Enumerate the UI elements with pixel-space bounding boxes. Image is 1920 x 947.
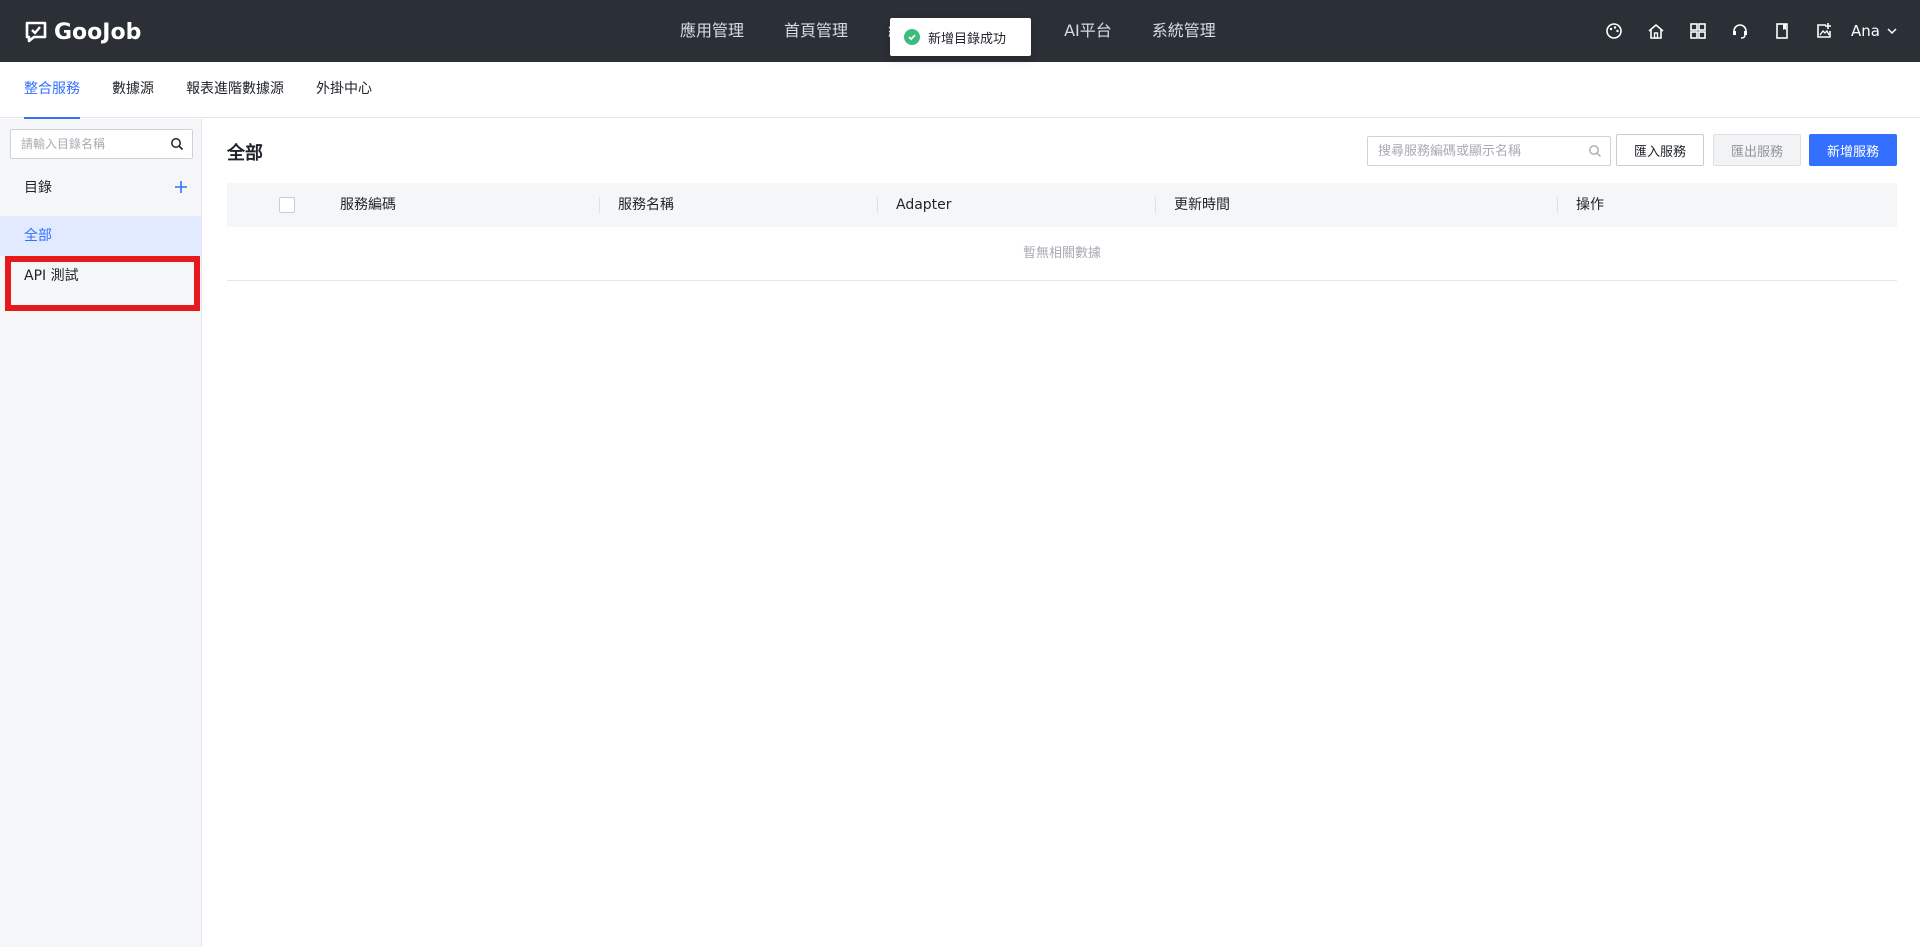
table-header: 服務編碼 服務名稱 Adapter 更新時間 操作	[227, 183, 1897, 227]
column-divider	[599, 197, 600, 213]
palette-icon[interactable]	[1593, 0, 1635, 62]
book-icon[interactable]	[1761, 0, 1803, 62]
home-icon[interactable]	[1635, 0, 1677, 62]
toast-message: 新增目錄成功	[928, 31, 1007, 47]
directory-label: 目錄	[24, 180, 52, 196]
column-service-name[interactable]: 服務名稱	[618, 183, 674, 227]
chat-logo-icon	[25, 21, 47, 43]
user-name: Ana	[1851, 22, 1880, 40]
directory-search	[10, 129, 193, 159]
service-search	[1367, 136, 1611, 166]
user-menu[interactable]: Ana	[1851, 22, 1898, 40]
chevron-down-icon	[1887, 28, 1897, 35]
add-directory-icon[interactable]	[174, 180, 188, 194]
tab-plugin-center[interactable]: 外掛中心	[316, 62, 372, 118]
column-divider	[1155, 197, 1156, 213]
page-title: 全部	[227, 143, 263, 164]
main-content: 全部 匯入服務 匯出服務 新增服務 服務編碼 服務名稱 Adapter 更新時間…	[203, 119, 1920, 947]
empty-state: 暫無相關數據	[227, 227, 1897, 281]
directory-item-api-test[interactable]: API 測試	[0, 256, 201, 296]
add-service-button[interactable]: 新增服務	[1809, 134, 1897, 166]
directory-item-all[interactable]: 全部	[0, 216, 201, 256]
search-icon[interactable]	[170, 137, 184, 151]
directory-sidebar: 目錄 全部 API 測試	[0, 119, 202, 947]
directory-header: 目錄	[24, 177, 188, 197]
column-adapter[interactable]: Adapter	[896, 183, 952, 227]
logo-text: GooJob	[54, 19, 142, 45]
nav-app-management[interactable]: 應用管理	[660, 0, 764, 62]
search-icon[interactable]	[1588, 144, 1602, 158]
column-divider	[1557, 197, 1558, 213]
tab-integration-service[interactable]: 整合服務	[24, 62, 80, 119]
export-service-button[interactable]: 匯出服務	[1713, 134, 1801, 166]
top-icon-group: Ana	[1593, 0, 1898, 62]
column-divider	[877, 197, 878, 213]
nav-ai-platform[interactable]: AI平台	[1044, 0, 1132, 62]
directory-search-input[interactable]	[11, 130, 161, 158]
service-search-input[interactable]	[1368, 137, 1573, 165]
image-add-icon[interactable]	[1803, 0, 1845, 62]
sub-tabs: 整合服務 數據源 報表進階數據源 外掛中心	[0, 62, 1920, 119]
apps-grid-icon[interactable]	[1677, 0, 1719, 62]
import-service-button[interactable]: 匯入服務	[1616, 134, 1704, 166]
select-all-checkbox[interactable]	[279, 197, 295, 213]
nav-home-management[interactable]: 首頁管理	[764, 0, 868, 62]
tab-report-advanced-data-source[interactable]: 報表進階數據源	[186, 62, 284, 118]
column-actions: 操作	[1576, 197, 1604, 213]
success-toast: 新增目錄成功	[890, 18, 1031, 56]
nav-system-management[interactable]: 系統管理	[1132, 0, 1236, 62]
column-updated-time[interactable]: 更新時間	[1174, 183, 1230, 227]
goojob-logo[interactable]: GooJob	[24, 18, 141, 46]
column-service-code[interactable]: 服務編碼	[340, 183, 396, 227]
service-table: 服務編碼 服務名稱 Adapter 更新時間 操作 暫無相關數據	[227, 183, 1897, 281]
check-circle-icon	[904, 29, 920, 45]
tab-data-source[interactable]: 數據源	[112, 62, 154, 118]
support-headset-icon[interactable]	[1719, 0, 1761, 62]
